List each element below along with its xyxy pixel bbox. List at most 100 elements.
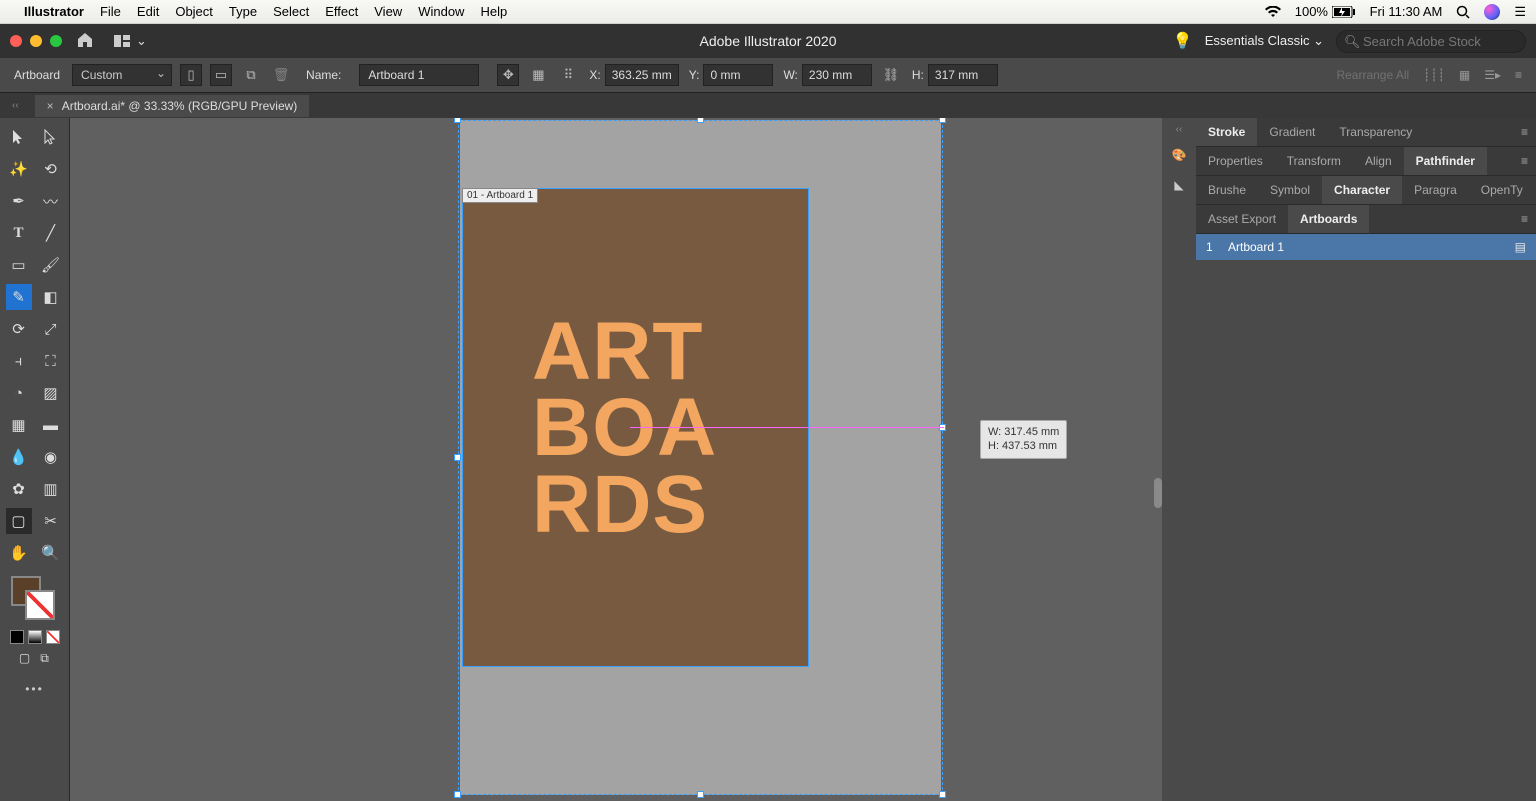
canvas[interactable]: 01 - Artboard 1 ART BOA RDS W: 317.45 mm…: [70, 118, 1162, 801]
perspective-grid-tool[interactable]: ▨: [38, 380, 64, 406]
fill-stroke-swatches[interactable]: [7, 576, 63, 624]
paintbrush-tool[interactable]: 🖌: [38, 252, 64, 278]
rotate-tool[interactable]: ⟳: [6, 316, 32, 342]
link-wh-button[interactable]: ⛓: [880, 64, 902, 86]
vertical-scrollbar[interactable]: [1154, 478, 1162, 508]
artboard-options-button[interactable]: ▦: [527, 64, 549, 86]
panel-menu-icon[interactable]: ≡: [1513, 125, 1536, 139]
color-panel-icon[interactable]: 🎨: [1169, 145, 1189, 165]
y-input[interactable]: 0 mm: [703, 64, 773, 86]
slice-tool[interactable]: ✂: [38, 508, 64, 534]
delete-artboard-button[interactable]: 🗑: [270, 64, 292, 86]
menu-help[interactable]: Help: [480, 4, 507, 19]
portrait-orientation-button[interactable]: ▯: [180, 64, 202, 86]
shaper-tool[interactable]: ✎: [6, 284, 32, 310]
tab-properties[interactable]: Properties: [1196, 147, 1275, 175]
tab-brushes[interactable]: Brushe: [1196, 176, 1258, 204]
gradient-tool[interactable]: ▬: [38, 412, 64, 438]
resize-handle-s[interactable]: [697, 791, 704, 798]
resize-handle-sw[interactable]: [454, 791, 461, 798]
rearrange-all-button[interactable]: Rearrange All: [1336, 68, 1409, 82]
mesh-tool[interactable]: ▦: [6, 412, 32, 438]
artboard-options-icon[interactable]: ▤: [1515, 240, 1526, 254]
width-tool[interactable]: ⫞: [6, 348, 32, 374]
direct-selection-tool[interactable]: [38, 124, 64, 150]
tab-asset-export[interactable]: Asset Export: [1196, 205, 1288, 233]
close-window-button[interactable]: [10, 35, 22, 47]
w-input[interactable]: 230 mm: [802, 64, 872, 86]
blend-tool[interactable]: ◉: [38, 444, 64, 470]
tab-symbols[interactable]: Symbol: [1258, 176, 1322, 204]
search-adobe-stock-input[interactable]: 🔍︎ Search Adobe Stock: [1336, 30, 1526, 53]
color-mode-button[interactable]: [10, 630, 24, 644]
learn-button[interactable]: 💡: [1173, 31, 1193, 51]
menu-edit[interactable]: Effect: [325, 4, 358, 19]
menu-object[interactable]: Object: [175, 4, 213, 19]
tab-opentype[interactable]: OpenTy: [1469, 176, 1535, 204]
scale-tool[interactable]: ⤢: [38, 316, 64, 342]
symbol-sprayer-tool[interactable]: ✿: [6, 476, 32, 502]
zoom-tool[interactable]: 🔍: [38, 540, 64, 566]
panel-menu-icon[interactable]: ≡: [1513, 212, 1536, 226]
tab-transform[interactable]: Transform: [1275, 147, 1353, 175]
screen-mode-normal[interactable]: ▢: [17, 650, 33, 666]
move-artwork-toggle[interactable]: ✥: [497, 64, 519, 86]
panel-layout-2-button[interactable]: ☰▸: [1484, 68, 1501, 82]
menu-type[interactable]: Type: [229, 4, 257, 19]
menu-file[interactable]: File: [100, 4, 121, 19]
new-artboard-button[interactable]: ⧉: [240, 64, 262, 86]
artboard-list-item[interactable]: 1 Artboard 1 ▤: [1196, 234, 1536, 260]
rectangle-tool[interactable]: ▭: [6, 252, 32, 278]
wifi-icon[interactable]: [1265, 6, 1281, 18]
stroke-swatch[interactable]: [25, 590, 55, 620]
shape-builder-tool[interactable]: ◔: [6, 380, 32, 406]
column-graph-tool[interactable]: ▥: [38, 476, 64, 502]
tab-paragraph[interactable]: Paragra: [1402, 176, 1469, 204]
color-guide-panel-icon[interactable]: ◣: [1169, 175, 1189, 195]
panel-layout-button[interactable]: ▦: [1459, 68, 1470, 82]
app-name[interactable]: Illustrator: [24, 4, 84, 19]
artboard-resize-bounds[interactable]: [458, 120, 943, 795]
workspace-switcher[interactable]: Essentials Classic ⌄: [1205, 33, 1324, 49]
none-mode-button[interactable]: [46, 630, 60, 644]
free-transform-tool[interactable]: ⛶: [38, 348, 64, 374]
line-tool[interactable]: ╱: [38, 220, 64, 246]
menu-window[interactable]: Window: [418, 4, 464, 19]
arrange-documents-button[interactable]: ⌄: [108, 31, 153, 51]
panel-menu-icon[interactable]: ≡: [1513, 154, 1536, 168]
lasso-tool[interactable]: ⟲: [38, 156, 64, 182]
artboard-preset-select[interactable]: Custom: [72, 64, 172, 86]
pen-tool[interactable]: ✒: [6, 188, 32, 214]
resize-handle-ne[interactable]: [939, 118, 946, 123]
clock[interactable]: Fri 11:30 AM: [1370, 4, 1443, 19]
tab-pathfinder[interactable]: Pathfinder: [1404, 147, 1487, 175]
eraser-tool[interactable]: ◧: [38, 284, 64, 310]
panel-menu-button[interactable]: ≡: [1515, 68, 1522, 82]
tab-stroke[interactable]: Stroke: [1196, 118, 1257, 146]
magic-wand-tool[interactable]: ✨: [6, 156, 32, 182]
resize-handle-n[interactable]: [697, 118, 704, 123]
resize-handle-se[interactable]: [939, 791, 946, 798]
landscape-orientation-button[interactable]: ▭: [210, 64, 232, 86]
align-options-button[interactable]: ┊┊┊: [1423, 68, 1445, 82]
artboard-name-input[interactable]: Artboard 1: [359, 64, 479, 86]
type-tool[interactable]: T: [6, 220, 32, 246]
spotlight-icon[interactable]: [1456, 5, 1470, 19]
document-tab[interactable]: × Artboard.ai* @ 33.33% (RGB/GPU Preview…: [35, 95, 310, 117]
battery-status[interactable]: 100%: [1295, 4, 1356, 19]
minimize-window-button[interactable]: [30, 35, 42, 47]
expand-panels-icon[interactable]: ‹‹: [12, 100, 19, 111]
resize-handle-nw[interactable]: [454, 118, 461, 123]
screen-mode-full[interactable]: ⧉: [37, 650, 53, 666]
menu-edit[interactable]: Edit: [137, 4, 159, 19]
menu-select[interactable]: Select: [273, 4, 309, 19]
menu-view[interactable]: View: [374, 4, 402, 19]
tab-character[interactable]: Character: [1322, 176, 1402, 204]
siri-icon[interactable]: [1484, 4, 1500, 20]
hand-tool[interactable]: ✋: [6, 540, 32, 566]
home-button[interactable]: [76, 32, 94, 51]
x-input[interactable]: 363.25 mm: [605, 64, 679, 86]
tab-align[interactable]: Align: [1353, 147, 1404, 175]
close-tab-button[interactable]: ×: [47, 99, 54, 113]
tab-artboards[interactable]: Artboards: [1288, 205, 1369, 233]
